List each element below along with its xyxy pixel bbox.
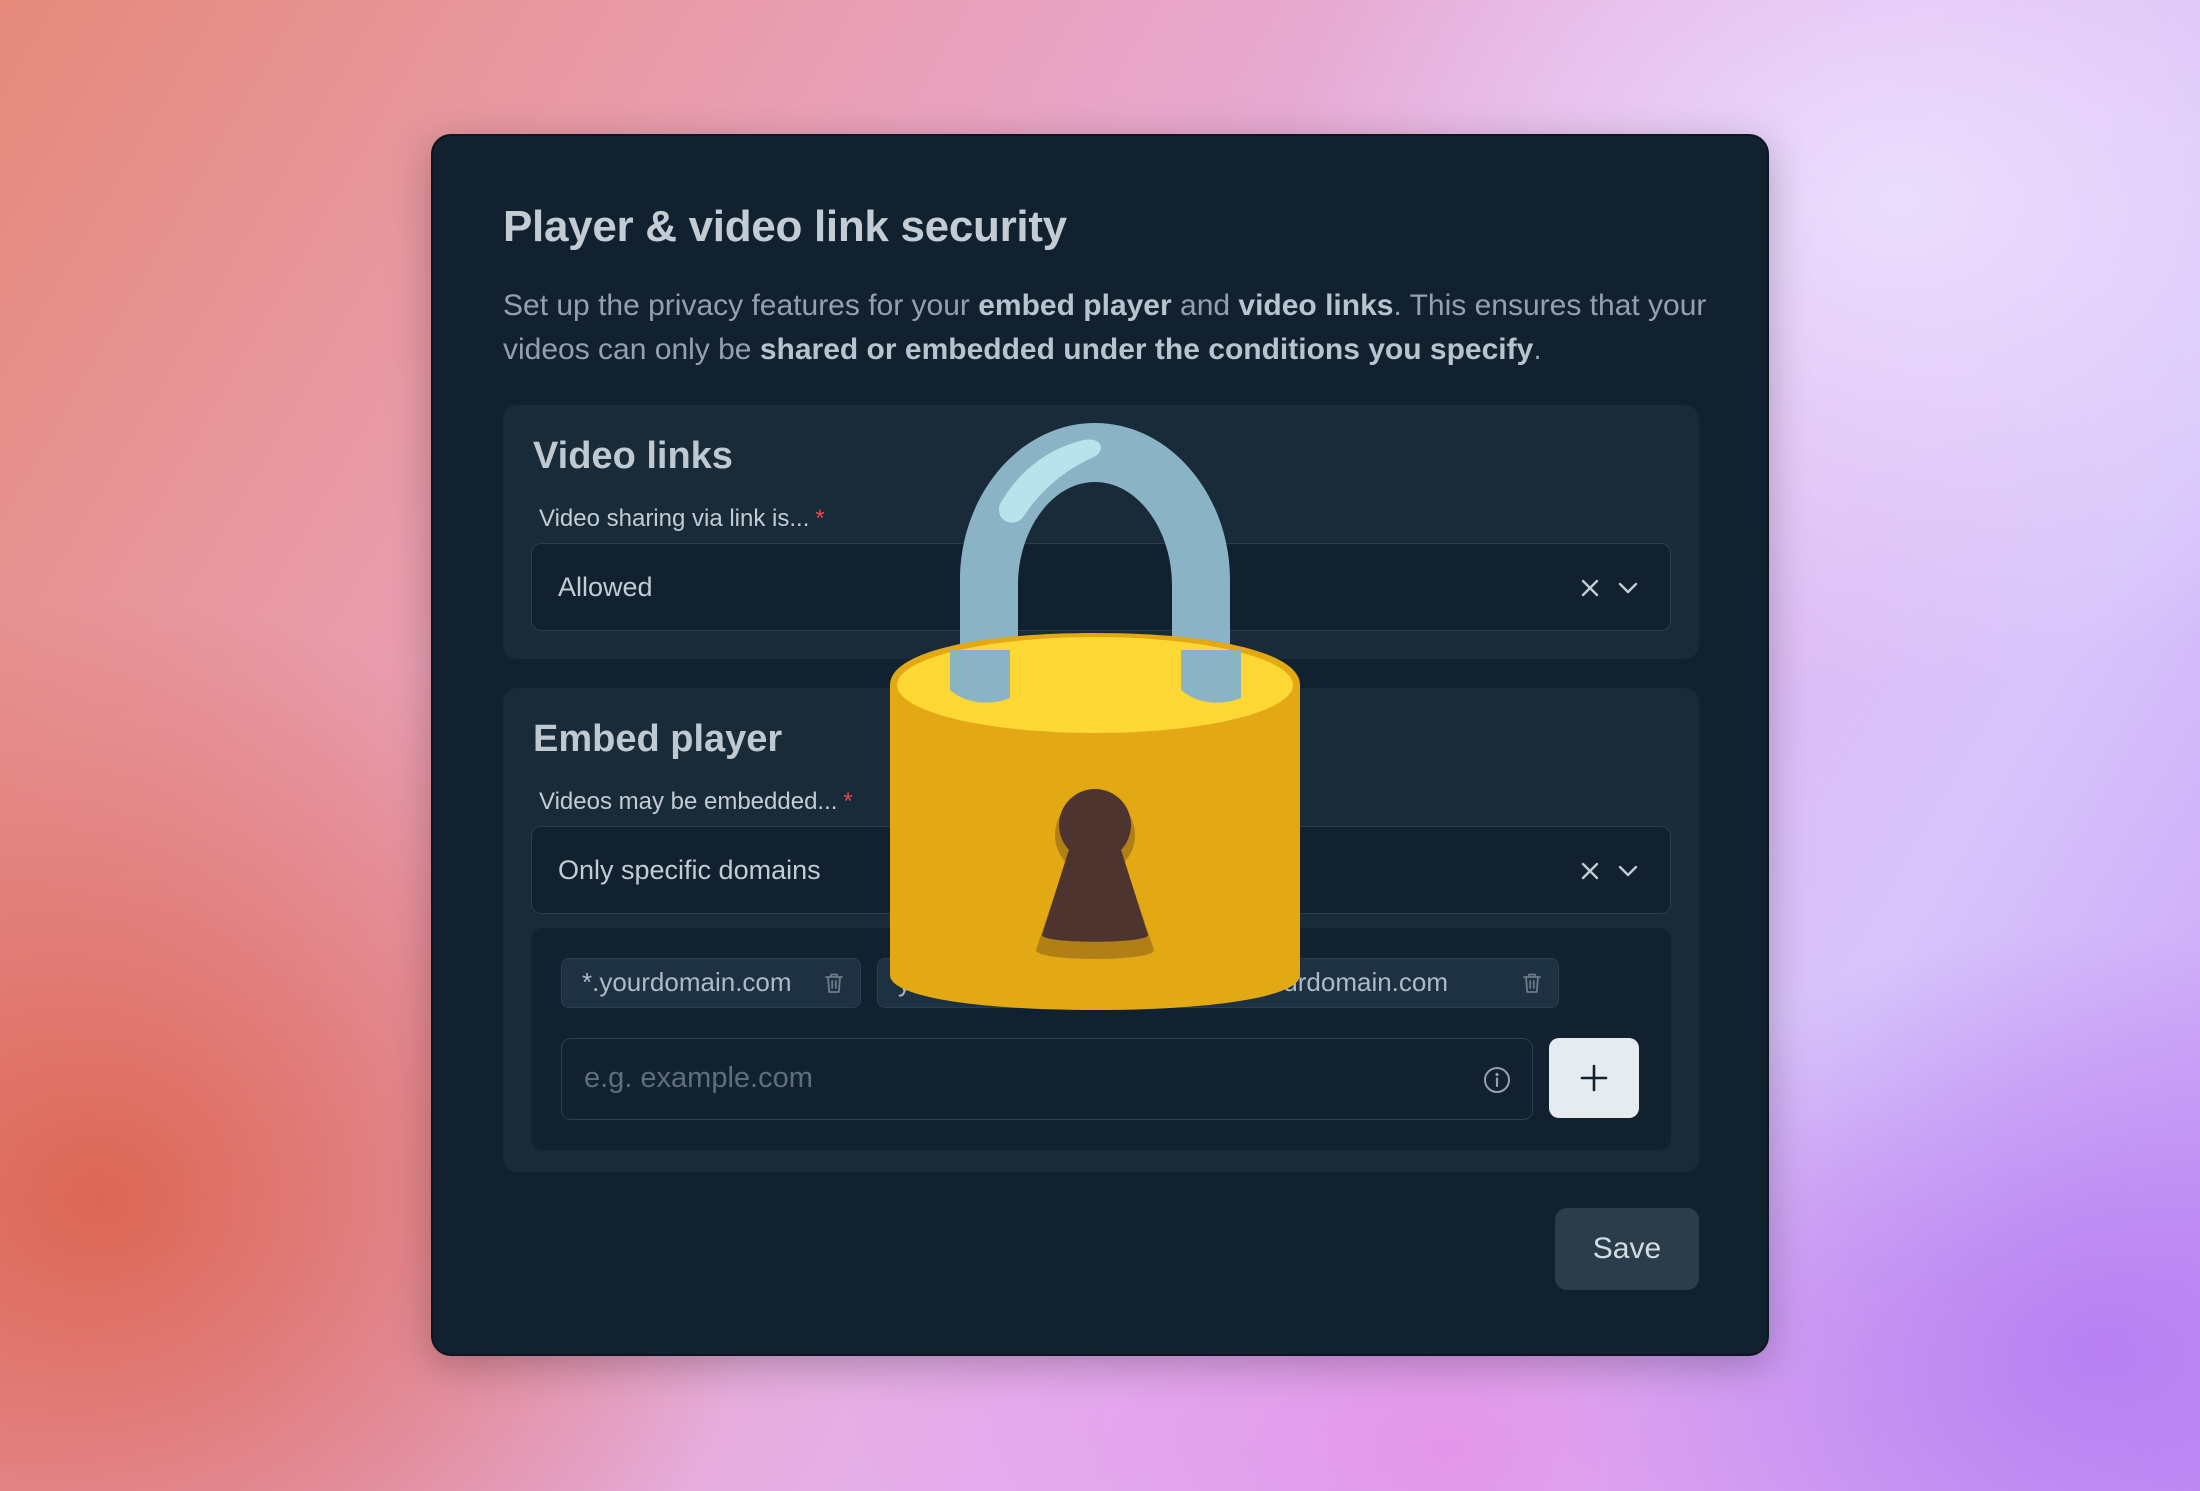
clear-icon[interactable] [1578, 859, 1602, 883]
embedded-label: Videos may be embedded... * [539, 788, 853, 815]
chevron-down-icon[interactable] [1616, 576, 1640, 600]
plus-icon [1580, 1064, 1608, 1092]
info-icon[interactable] [1482, 1065, 1512, 1095]
required-marker: * [815, 505, 825, 532]
clear-icon[interactable] [1578, 576, 1602, 600]
page-title: Player & video link security [503, 202, 1067, 251]
embed-select-value: Only specific domains [558, 855, 821, 885]
domain-tag: *.yourdomain.com [561, 958, 861, 1008]
required-marker: * [843, 788, 853, 815]
video-links-title: Video links [533, 435, 733, 477]
padlock-icon [890, 423, 1300, 1010]
add-domain-button[interactable] [1549, 1038, 1639, 1118]
save-button[interactable]: Save [1555, 1208, 1699, 1290]
chevron-down-icon[interactable] [1616, 859, 1640, 883]
trash-icon[interactable] [1522, 972, 1542, 994]
domain-input[interactable] [562, 1039, 1462, 1118]
embed-player-title: Embed player [533, 718, 783, 760]
video-sharing-label: Video sharing via link is... * [539, 505, 825, 532]
trash-icon[interactable] [824, 972, 844, 994]
domain-input-wrapper [561, 1038, 1533, 1120]
page-description: Set up the privacy features for your emb… [503, 289, 1707, 366]
video-sharing-value: Allowed [558, 572, 653, 602]
domain-tag-label: *.yourdomain.com [582, 967, 792, 997]
